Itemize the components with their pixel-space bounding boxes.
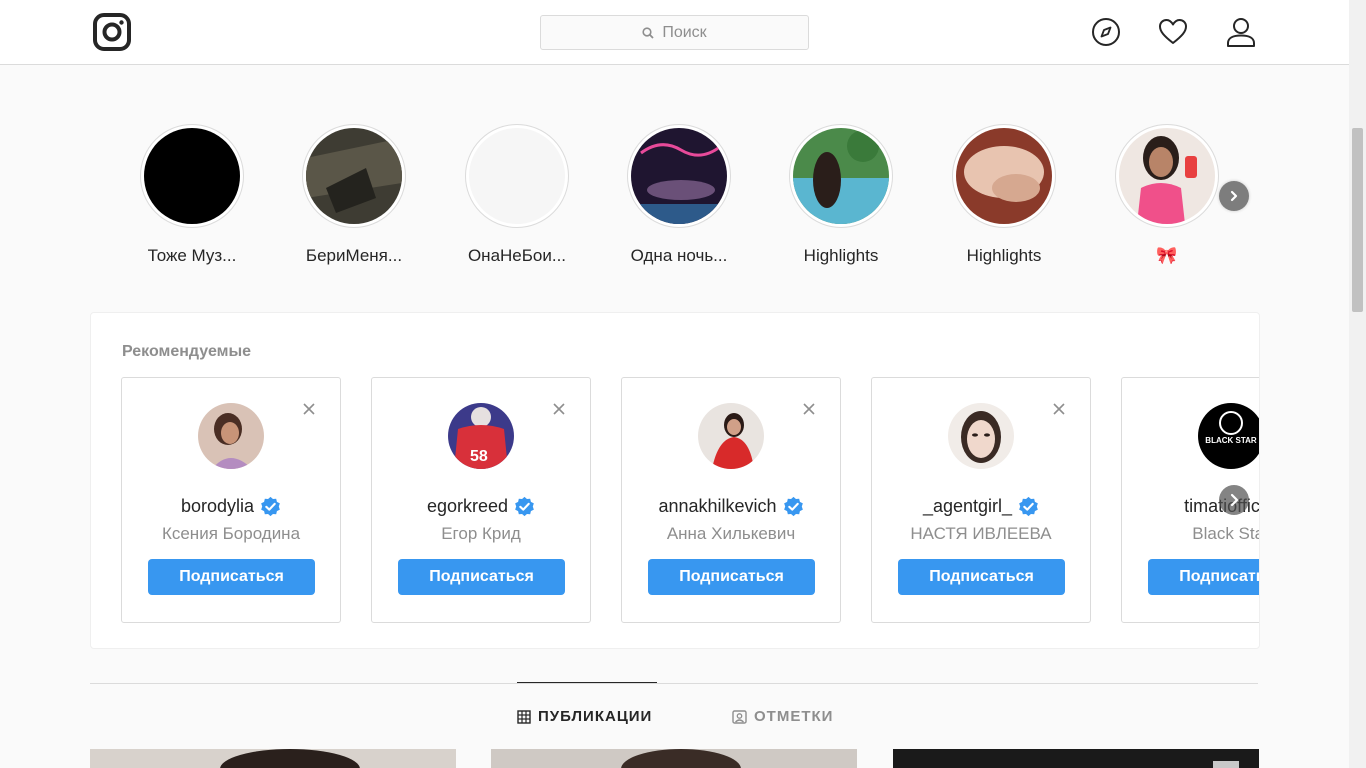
suggested-user-card: borodylia Ксения Бородина Подписаться bbox=[121, 377, 341, 623]
story-thumbnail bbox=[1119, 128, 1215, 224]
story-thumbnail bbox=[956, 128, 1052, 224]
suggested-title: Рекомендуемые bbox=[122, 343, 252, 360]
card-username-row: borodylia bbox=[122, 496, 340, 517]
verified-badge-icon bbox=[783, 496, 803, 517]
username[interactable]: _agentgirl_ bbox=[923, 496, 1012, 517]
post-thumbnail[interactable] bbox=[491, 749, 857, 768]
instagram-logo-icon[interactable] bbox=[93, 13, 131, 51]
chevron-right-icon bbox=[1230, 190, 1238, 202]
close-icon[interactable] bbox=[801, 401, 817, 417]
active-tab-indicator bbox=[517, 682, 657, 683]
verified-badge-icon bbox=[261, 496, 280, 517]
verified-badge-icon bbox=[1019, 496, 1038, 517]
verified-badge-icon bbox=[515, 496, 534, 517]
full-name: Егор Крид bbox=[441, 524, 521, 543]
avatar[interactable] bbox=[948, 403, 1014, 469]
grid-icon bbox=[517, 709, 531, 724]
username[interactable]: annakhilkevich bbox=[658, 496, 776, 517]
top-navigation-bar: Поиск bbox=[0, 0, 1349, 65]
story-thumbnail bbox=[793, 128, 889, 224]
tab-tagged[interactable]: ОТМЕТКИ bbox=[732, 708, 833, 725]
card-username-row: _agentgirl_ bbox=[872, 496, 1090, 517]
scrollbar-thumb[interactable] bbox=[1352, 128, 1363, 312]
heart-icon[interactable] bbox=[1158, 17, 1188, 47]
story-ring bbox=[627, 124, 731, 228]
story-highlight[interactable]: Highlights bbox=[934, 124, 1074, 266]
suggested-scroll-button[interactable] bbox=[1219, 485, 1249, 515]
story-ring bbox=[302, 124, 406, 228]
post-thumbnail[interactable] bbox=[893, 749, 1259, 768]
avatar[interactable] bbox=[698, 403, 764, 469]
tab-tagged-label: ОТМЕТКИ bbox=[754, 708, 834, 725]
follow-button[interactable]: Подписаться bbox=[398, 559, 565, 595]
close-icon[interactable] bbox=[1051, 401, 1067, 417]
story-thumbnail bbox=[631, 128, 727, 224]
story-label: 🎀 bbox=[1156, 246, 1178, 265]
story-label: Тоже Муз... bbox=[147, 246, 237, 265]
post-thumbnail[interactable] bbox=[90, 749, 456, 768]
chevron-right-icon bbox=[1230, 493, 1239, 507]
username[interactable]: borodylia bbox=[181, 496, 254, 517]
search-placeholder: Поиск bbox=[662, 23, 707, 41]
tab-posts-label: ПУБЛИКАЦИИ bbox=[538, 708, 653, 725]
story-label: БериМеня... bbox=[305, 246, 403, 265]
story-highlight[interactable]: Тоже Муз... bbox=[122, 124, 262, 266]
story-highlight[interactable]: Highlights bbox=[771, 124, 911, 266]
story-thumbnail bbox=[306, 128, 402, 224]
story-thumbnail bbox=[144, 128, 240, 224]
svg-text:58: 58 bbox=[470, 448, 488, 465]
username[interactable]: egorkreed bbox=[427, 496, 508, 517]
card-username-row: egorkreed bbox=[372, 496, 590, 517]
story-label: ОнаНеБои... bbox=[467, 246, 567, 265]
avatar[interactable]: 58 bbox=[448, 403, 514, 469]
story-label: Highlights bbox=[966, 246, 1042, 265]
story-thumbnail bbox=[469, 128, 565, 224]
story-label: Highlights bbox=[803, 246, 879, 265]
avatar[interactable] bbox=[198, 403, 264, 469]
avatar[interactable]: BLACK STAR bbox=[1198, 403, 1259, 469]
search-input[interactable]: Поиск bbox=[540, 15, 809, 50]
follow-button[interactable]: Подписаться bbox=[648, 559, 815, 595]
story-ring bbox=[789, 124, 893, 228]
close-icon[interactable] bbox=[301, 401, 317, 417]
profile-icon[interactable] bbox=[1226, 17, 1256, 47]
story-highlight[interactable]: Одна ночь... bbox=[609, 124, 749, 266]
story-highlight[interactable]: БериМеня... bbox=[284, 124, 424, 266]
follow-button[interactable]: Подписаться bbox=[898, 559, 1065, 595]
compass-icon[interactable] bbox=[1091, 17, 1121, 47]
story-ring bbox=[952, 124, 1056, 228]
story-label: Одна ночь... bbox=[630, 246, 728, 265]
story-highlight[interactable]: ОнаНеБои... bbox=[447, 124, 587, 266]
stories-next-button[interactable] bbox=[1219, 181, 1249, 211]
card-username-row: annakhilkevich bbox=[622, 496, 840, 517]
suggested-user-card: 58 egorkreed Егор Крид Подписаться bbox=[371, 377, 591, 623]
follow-button[interactable]: Подписаться bbox=[1148, 559, 1259, 595]
suggested-user-card: annakhilkevich Анна Хилькевич Подписатьс… bbox=[621, 377, 841, 623]
full-name: НАСТЯ ИВЛЕЕВА bbox=[910, 524, 1052, 543]
story-ring bbox=[465, 124, 569, 228]
follow-button[interactable]: Подписаться bbox=[148, 559, 315, 595]
story-ring bbox=[140, 124, 244, 228]
svg-text:BLACK STAR: BLACK STAR bbox=[1205, 436, 1257, 445]
suggested-users-panel: Рекомендуемые borodylia Ксения Бородина … bbox=[90, 312, 1260, 649]
tab-posts[interactable]: ПУБЛИКАЦИИ bbox=[517, 708, 652, 725]
full-name: Анна Хилькевич bbox=[666, 524, 796, 543]
suggested-user-card: _agentgirl_ НАСТЯ ИВЛЕЕВА Подписаться bbox=[871, 377, 1091, 623]
search-icon bbox=[642, 26, 654, 39]
close-icon[interactable] bbox=[551, 401, 567, 417]
tabs-divider bbox=[90, 683, 1258, 684]
story-ring bbox=[1115, 124, 1219, 228]
full-name: Black Star bbox=[1192, 524, 1259, 543]
full-name: Ксения Бородина bbox=[161, 524, 301, 543]
story-highlight[interactable]: 🎀 bbox=[1097, 124, 1237, 266]
page-scrollbar[interactable] bbox=[1349, 0, 1366, 768]
tagged-icon bbox=[732, 709, 747, 724]
